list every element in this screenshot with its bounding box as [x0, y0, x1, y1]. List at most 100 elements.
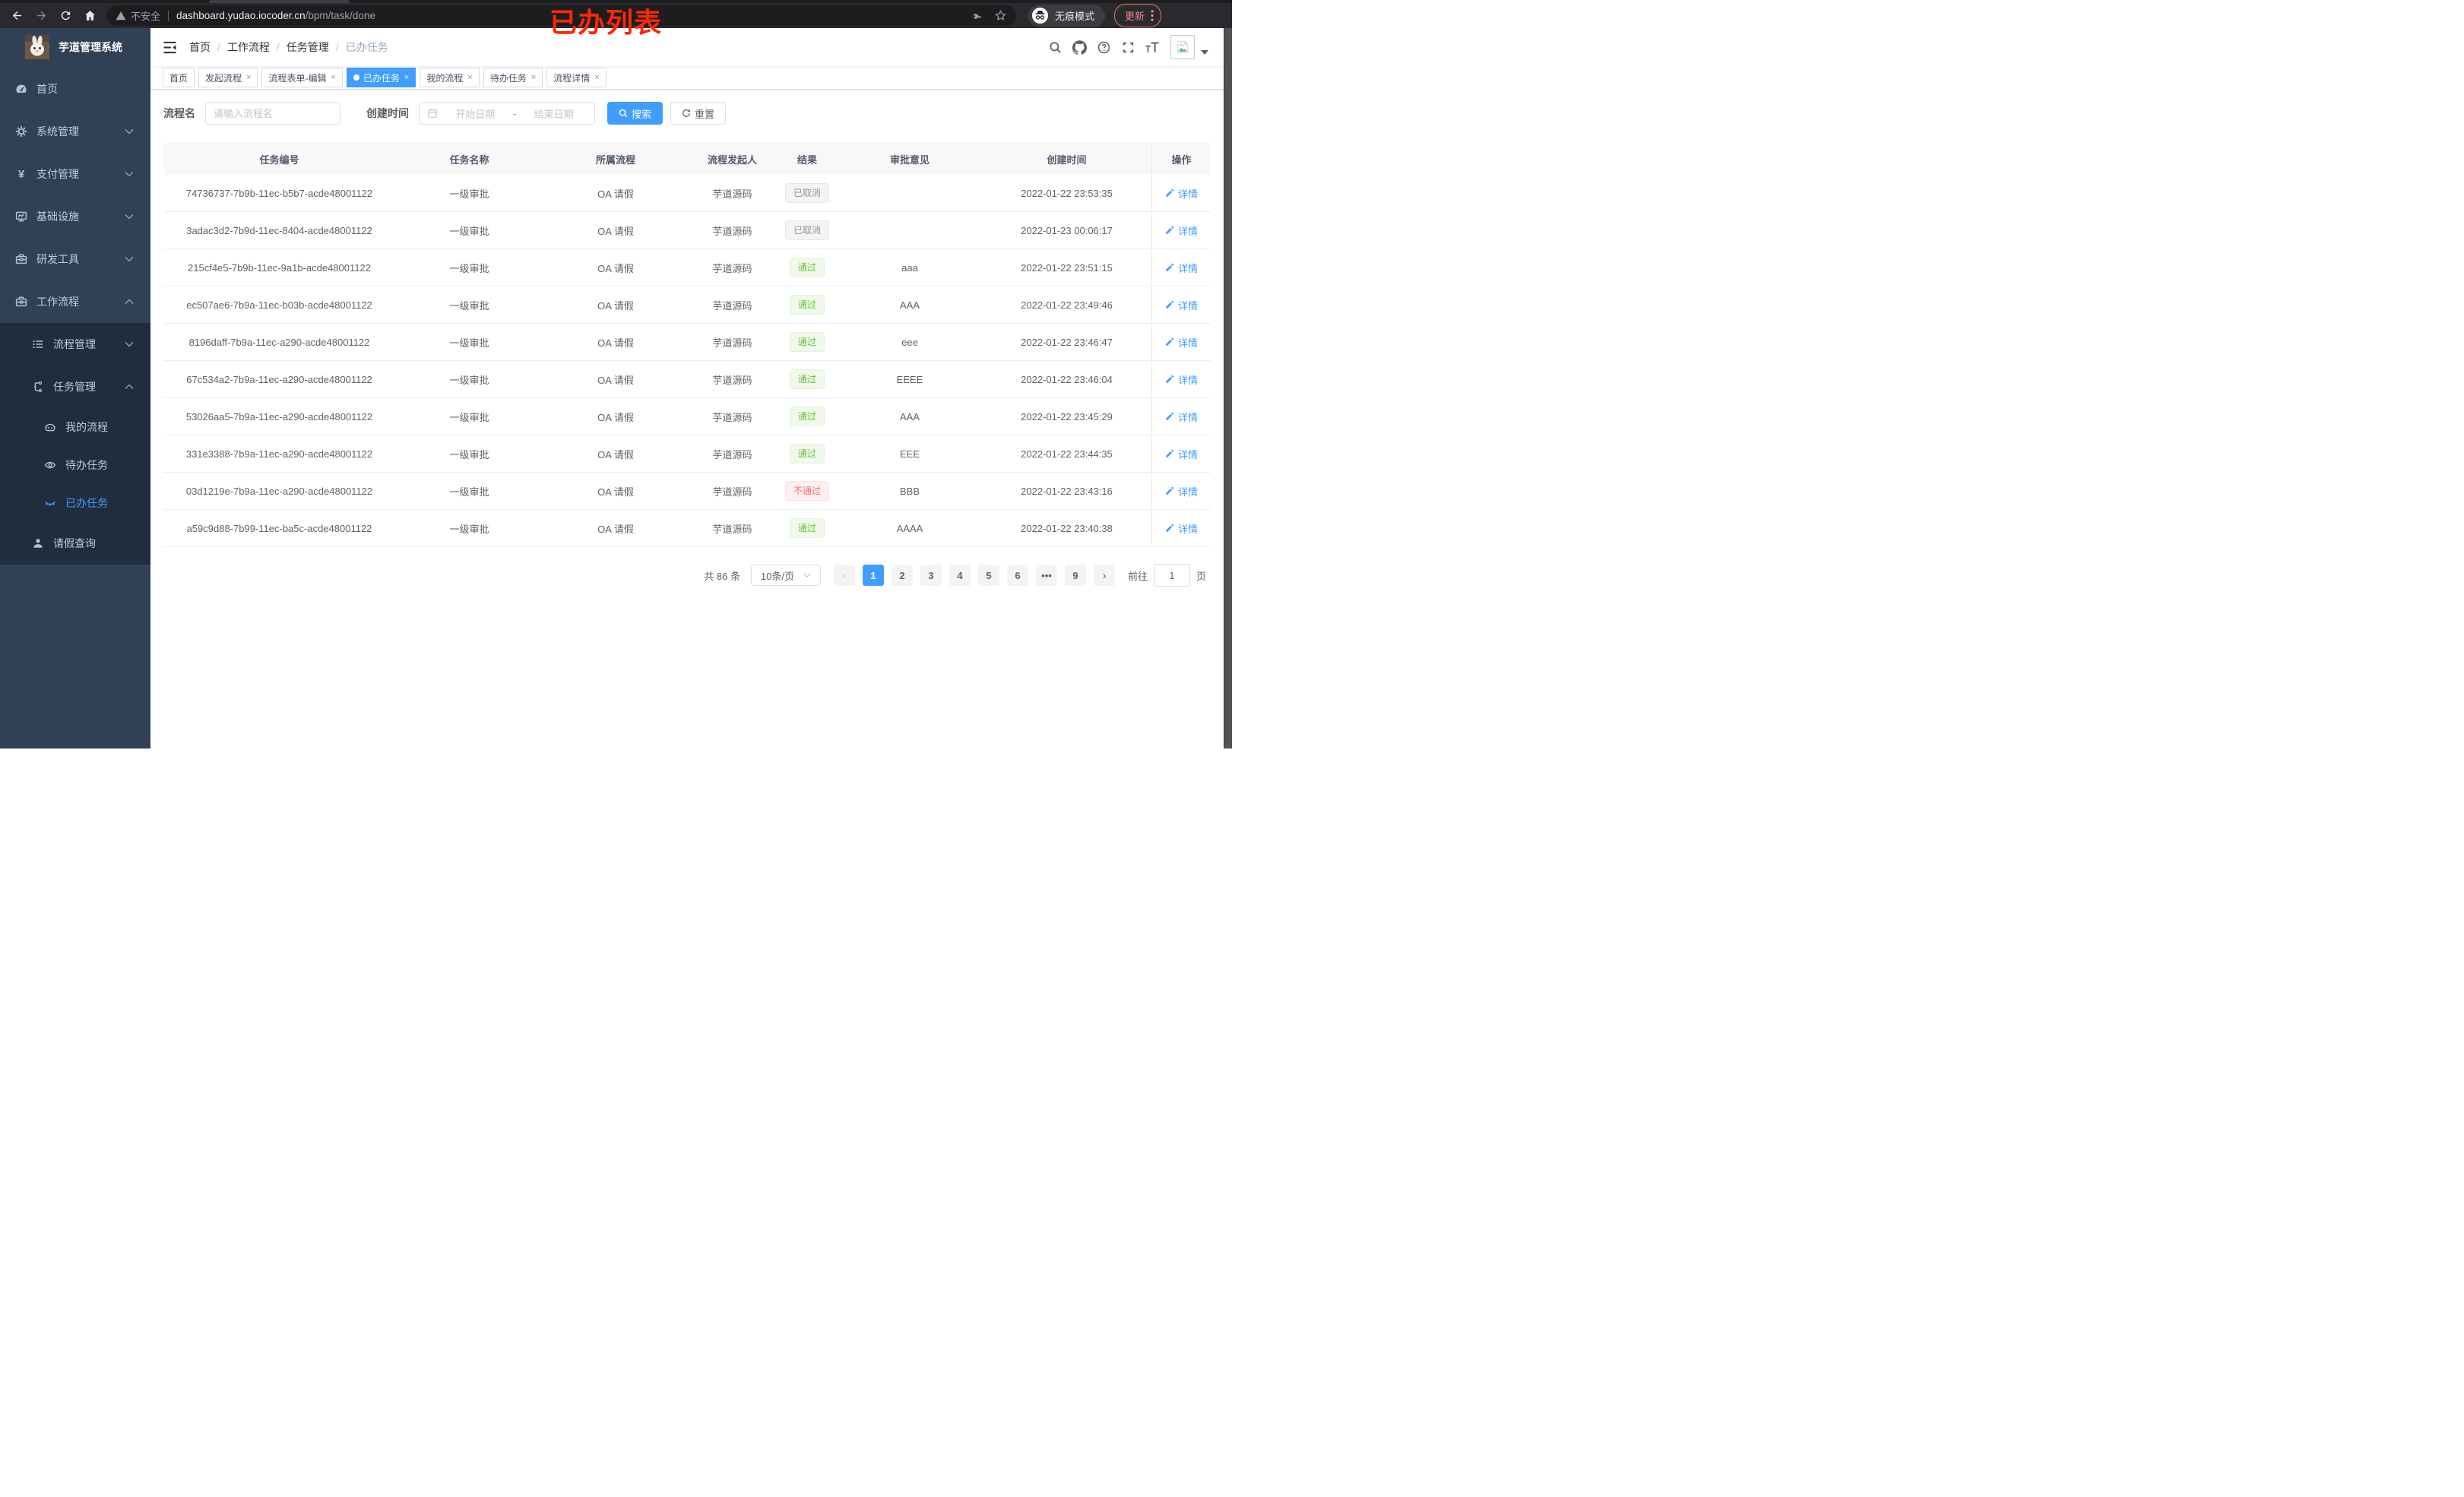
reset-button[interactable]: 重置 — [670, 102, 727, 125]
page-unit-label: 页 — [1196, 570, 1206, 582]
comment-cell: aaa — [901, 261, 918, 274]
tab-process-detail[interactable]: 流程详情 × — [546, 68, 606, 87]
fullscreen-icon[interactable] — [1116, 35, 1140, 59]
sidebar-item-workflow[interactable]: 工作流程 — [0, 280, 150, 323]
tab-form-edit[interactable]: 流程表单-编辑 × — [261, 68, 343, 87]
process-cell: OA 请假 — [597, 262, 634, 274]
help-icon[interactable] — [1091, 35, 1116, 59]
font-size-icon[interactable] — [1140, 35, 1164, 59]
date-range-picker[interactable]: 开始日期 - 结束日期 — [419, 102, 595, 125]
sidebar-item-process-mgmt[interactable]: 流程管理 — [0, 323, 150, 366]
tab-start-process[interactable]: 发起流程 × — [198, 68, 258, 87]
app-title: 芋道管理系统 — [59, 41, 122, 53]
breadcrumb-item[interactable]: 首页 — [189, 40, 211, 55]
browser-update-button[interactable]: 更新 — [1114, 4, 1162, 27]
browser-home-button[interactable] — [79, 5, 100, 27]
eye-icon — [44, 459, 56, 471]
detail-link[interactable]: 详情 — [1165, 447, 1198, 461]
sidebar-item-task-mgmt[interactable]: 任务管理 — [0, 366, 150, 408]
sidebar-item-my-process[interactable]: 我的流程 — [0, 408, 150, 446]
action-cell: 详情 — [1151, 286, 1211, 323]
end-date-placeholder: 结束日期 — [534, 108, 574, 120]
sidebar-collapse-icon[interactable] — [163, 41, 177, 54]
detail-link[interactable]: 详情 — [1165, 298, 1198, 312]
goto-page-input[interactable] — [1153, 564, 1190, 587]
page-button-1[interactable]: 1 — [862, 565, 884, 586]
sidebar-item-todo-tasks[interactable]: 待办任务 — [0, 446, 150, 484]
tab-close-icon[interactable]: × — [404, 73, 409, 82]
task-name-cell: 一级审批 — [449, 448, 489, 460]
sidebar-item-leave-query[interactable]: 请假查询 — [0, 522, 150, 565]
calendar-icon — [427, 108, 438, 119]
incognito-label: 无痕模式 — [1055, 11, 1095, 22]
detail-link[interactable]: 详情 — [1165, 521, 1198, 536]
detail-link[interactable]: 详情 — [1165, 372, 1198, 387]
detail-link[interactable]: 详情 — [1165, 484, 1198, 498]
browser-menu-dots-icon[interactable] — [1151, 10, 1154, 21]
result-badge: 通过 — [789, 258, 825, 277]
create-time-label: 创建时间 — [366, 107, 409, 119]
user-menu-caret-icon[interactable] — [1201, 50, 1208, 55]
detail-link[interactable]: 详情 — [1165, 410, 1198, 424]
page-scrollbar[interactable] — [1224, 28, 1232, 748]
tab-close-icon[interactable]: × — [594, 73, 599, 82]
starter-cell: 芋道源码 — [712, 486, 752, 498]
sidebar-item-infrastructure[interactable]: 基础设施 — [0, 195, 150, 238]
browser-forward-button[interactable] — [30, 5, 52, 27]
comment-cell: BBB — [899, 485, 920, 497]
github-icon[interactable] — [1067, 35, 1091, 59]
page-button-3[interactable]: 3 — [920, 565, 942, 586]
chevron-up-icon — [125, 299, 134, 305]
starter-cell: 芋道源码 — [712, 337, 752, 349]
page-button-4[interactable]: 4 — [949, 565, 971, 586]
sidebar-item-done-tasks[interactable]: 已办任务 — [0, 484, 150, 522]
page-button-2[interactable]: 2 — [891, 565, 913, 586]
sidebar-menu: 首页 系统管理 ¥ 支付管理 基础设施 研发工具工作流程流程管理 任务管理 我的流程 待办任务已… — [0, 68, 150, 565]
result-badge: 通过 — [789, 444, 825, 464]
tab-close-icon[interactable]: × — [467, 73, 472, 82]
tab-close-icon[interactable]: × — [331, 73, 335, 82]
tab-label: 发起流程 — [205, 72, 242, 84]
sidebar-item-dev-tools[interactable]: 研发工具 — [0, 238, 150, 280]
sidebar-item-payment[interactable]: ¥ 支付管理 — [0, 153, 150, 195]
detail-link[interactable]: 详情 — [1165, 261, 1198, 275]
tab-home[interactable]: 首页 — [163, 68, 195, 87]
search-icon[interactable] — [1043, 35, 1067, 59]
starter-cell: 芋道源码 — [712, 374, 752, 386]
edit-icon — [1166, 263, 1174, 271]
breadcrumb-item[interactable]: 工作流程 — [227, 40, 270, 55]
tab-done-tasks[interactable]: 已办任务 × — [346, 68, 416, 87]
page-button-5[interactable]: 5 — [977, 565, 999, 586]
tab-close-icon[interactable]: × — [246, 73, 251, 82]
process-cell: OA 请假 — [597, 337, 634, 349]
sidebar-item-home[interactable]: 首页 — [0, 68, 150, 110]
breadcrumb-separator: / — [276, 41, 280, 53]
tab-my-process[interactable]: 我的流程 × — [420, 68, 480, 87]
breadcrumb-item[interactable]: 任务管理 — [287, 40, 329, 55]
key-icon[interactable] — [971, 10, 983, 22]
comment-cell: EEE — [899, 448, 920, 460]
search-button[interactable]: 搜索 — [607, 102, 664, 125]
next-page-button[interactable]: › — [1093, 565, 1115, 586]
page-button-9[interactable]: 9 — [1064, 565, 1086, 586]
process-name-input[interactable] — [205, 102, 340, 125]
result-badge: 不通过 — [784, 481, 829, 501]
detail-link[interactable]: 详情 — [1165, 223, 1198, 238]
bookmark-star-icon[interactable] — [994, 9, 1007, 22]
detail-link[interactable]: 详情 — [1165, 186, 1198, 201]
filter-bar: 流程名 创建时间 开始日期 - 结束日期 搜索 重置 — [163, 102, 1211, 125]
page-size-select[interactable]: 10条/页 — [750, 565, 821, 586]
page-button-6[interactable]: 6 — [1006, 565, 1028, 586]
prev-page-button[interactable]: ‹ — [833, 565, 855, 586]
tab-todo-tasks[interactable]: 待办任务 × — [483, 68, 543, 87]
user-avatar-broken-image[interactable] — [1170, 35, 1195, 59]
tab-close-icon[interactable]: × — [531, 73, 536, 82]
browser-reload-button[interactable] — [55, 5, 76, 27]
detail-link[interactable]: 详情 — [1165, 335, 1198, 350]
more-pages-button[interactable]: ••• — [1035, 565, 1057, 586]
browser-back-button[interactable] — [6, 5, 27, 27]
sidebar-item-system[interactable]: 系统管理 — [0, 110, 150, 153]
sidebar-item-label: 工作流程 — [36, 296, 79, 308]
dashboard-icon — [15, 83, 27, 95]
app-logo-row[interactable]: 芋道管理系统 — [0, 28, 150, 66]
